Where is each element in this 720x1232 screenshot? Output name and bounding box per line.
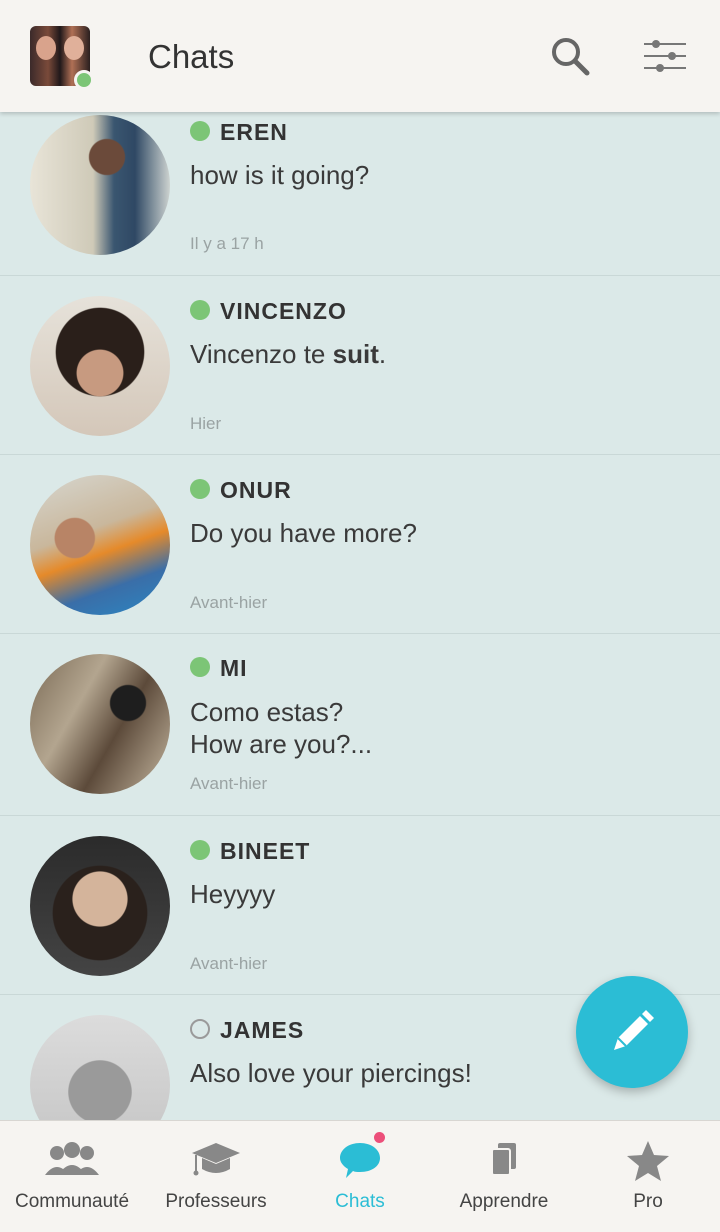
- tab-chats[interactable]: Chats: [288, 1121, 432, 1232]
- message-text: Vincenzo te: [190, 339, 333, 369]
- pencil-icon: [614, 1010, 654, 1050]
- tab-communaute[interactable]: Communauté: [0, 1121, 144, 1232]
- avatar: [30, 654, 170, 794]
- last-message: Do you have more?: [190, 518, 417, 548]
- online-status-dot: [190, 840, 210, 860]
- tab-professeurs[interactable]: Professeurs: [144, 1121, 288, 1232]
- avatar: [30, 296, 170, 436]
- online-status-dot: [190, 300, 210, 320]
- message-line: Como estas?: [190, 697, 344, 727]
- tab-label: Apprendre: [459, 1191, 549, 1212]
- avatar: [30, 115, 170, 255]
- tab-label: Communauté: [14, 1191, 130, 1212]
- timestamp: Hier: [190, 414, 222, 433]
- tab-apprendre[interactable]: Apprendre: [432, 1121, 576, 1232]
- last-message: Also love your piercings!: [190, 1058, 472, 1088]
- graduation-cap-icon: [192, 1143, 240, 1176]
- chat-row-vincenzo[interactable]: VINCENZO Vincenzo te suit. Hier: [0, 276, 720, 455]
- timestamp: Avant-hier: [190, 954, 268, 973]
- timestamp: Il y a 17 h: [190, 234, 264, 253]
- chat-row-onur[interactable]: ONUR Do you have more? Avant-hier: [0, 455, 720, 634]
- compose-button[interactable]: [576, 976, 688, 1088]
- tab-label: Pro: [633, 1191, 663, 1212]
- message-bold-text: suit: [332, 339, 379, 369]
- star-icon: [627, 1141, 669, 1181]
- contact-name: BINEET: [220, 838, 311, 864]
- page-title: Chats: [148, 38, 235, 75]
- chat-row-bineet[interactable]: BINEET Heyyyy Avant-hier: [0, 816, 720, 995]
- chat-row-eren[interactable]: EREN how is it going? Il y a 17 h: [0, 112, 720, 276]
- community-icon: [45, 1142, 99, 1175]
- timestamp: Avant-hier: [190, 774, 268, 793]
- online-status-dot: [74, 70, 94, 90]
- online-status-dot: [190, 479, 210, 499]
- avatar: [30, 836, 170, 976]
- chat-bubble-icon: [340, 1143, 380, 1178]
- my-profile-avatar[interactable]: [30, 26, 94, 90]
- online-status-dot: [190, 657, 210, 677]
- contact-name: EREN: [220, 119, 288, 145]
- contact-name: JAMES: [220, 1017, 305, 1043]
- chat-row-mi[interactable]: MI Como estas? How are you?... Avant-hie…: [0, 634, 720, 816]
- top-app-bar: Chats: [0, 0, 720, 112]
- contact-name: MI: [220, 655, 248, 681]
- timestamp: Avant-hier: [190, 593, 268, 612]
- last-message: Como estas? How are you?...: [190, 696, 610, 760]
- offline-status-dot: [190, 1019, 210, 1039]
- cards-icon: [491, 1143, 516, 1176]
- contact-name: VINCENZO: [220, 298, 347, 324]
- unread-badge: [374, 1132, 385, 1143]
- last-message: Heyyyy: [190, 879, 276, 909]
- tab-label: Chats: [335, 1191, 385, 1212]
- sliders-icon[interactable]: [642, 34, 686, 78]
- online-status-dot: [190, 121, 210, 141]
- contact-name: ONUR: [220, 477, 292, 503]
- avatar: [30, 475, 170, 615]
- search-icon[interactable]: [548, 34, 592, 78]
- message-text: .: [378, 339, 387, 369]
- last-message: how is it going?: [190, 160, 370, 190]
- message-line: How are you?...: [190, 729, 373, 759]
- tab-label: Professeurs: [165, 1191, 267, 1212]
- bottom-navigation: Communauté Professeurs Chats Apprendre P…: [0, 1120, 720, 1232]
- tab-pro[interactable]: Pro: [576, 1121, 720, 1232]
- last-message: Vincenzo te suit.: [190, 338, 610, 370]
